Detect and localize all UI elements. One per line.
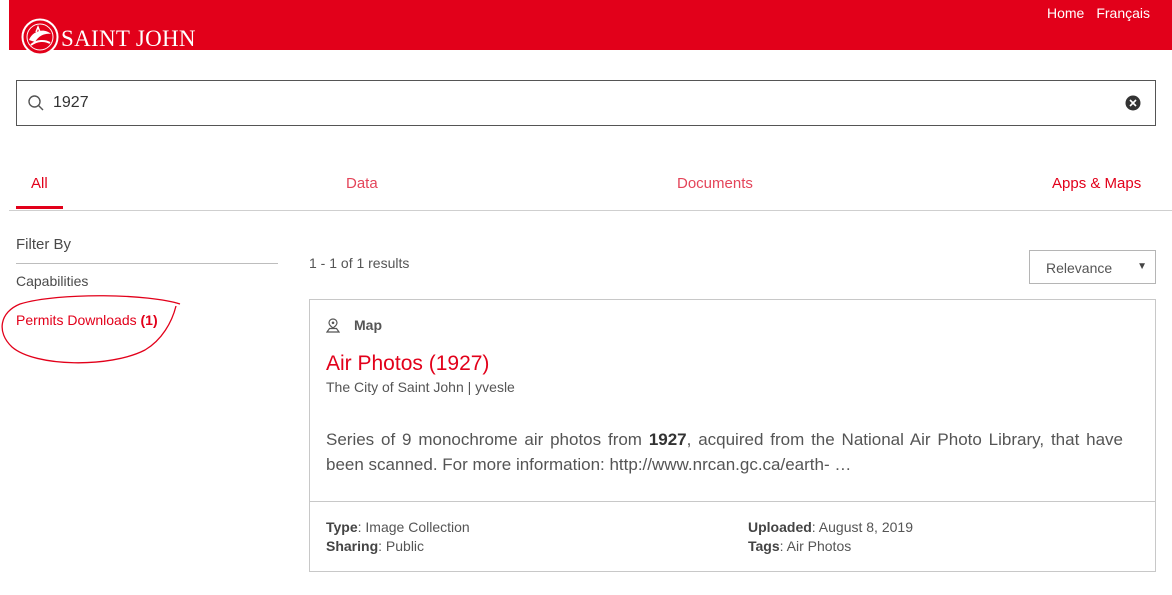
card-type: Map [326, 317, 382, 333]
filter-permits-downloads[interactable]: Permits Downloads (1) [16, 312, 158, 328]
filter-permits-count: (1) [140, 312, 158, 328]
search-input[interactable] [53, 81, 1113, 125]
meta-uploaded-key: Uploaded [748, 519, 812, 535]
meta-type-key: Type [326, 519, 358, 535]
filter-title: Filter By [16, 236, 72, 253]
meta-tags: Tags: Air Photos [748, 538, 851, 554]
saint-john-logo-icon [21, 18, 59, 56]
meta-type-value: : Image Collection [357, 519, 470, 535]
filter-permits-label: Permits Downloads [16, 312, 137, 328]
meta-sharing: Sharing: Public [326, 538, 424, 554]
nav-home-link[interactable]: Home [1047, 5, 1084, 21]
filter-capabilities-label: Capabilities [16, 273, 89, 289]
dropdown-arrow-icon: ▼ [1137, 261, 1147, 272]
map-pin-icon [326, 317, 340, 333]
search-box [16, 80, 1156, 126]
card-owner: The City of Saint John | yvesle [326, 379, 515, 395]
meta-sharing-key: Sharing [326, 538, 379, 554]
active-tab-indicator [16, 206, 63, 209]
sort-dropdown[interactable]: Relevance ▼ [1029, 250, 1156, 284]
desc-before: Series of 9 monochrome air photos from [326, 430, 649, 449]
tab-data[interactable]: Data [346, 175, 378, 192]
desc-highlight: 1927 [648, 430, 687, 449]
filter-divider [16, 263, 278, 264]
nav-francais-link[interactable]: Français [1096, 5, 1150, 21]
meta-type: Type: Image Collection [326, 519, 470, 535]
tab-all[interactable]: All [31, 175, 48, 192]
search-icon [28, 95, 44, 111]
hand-drawn-circle-annotation [1, 295, 181, 364]
meta-tags-value: : Air Photos [779, 538, 852, 554]
result-tabs: All Data Documents Apps & Maps [9, 160, 1172, 211]
tab-apps-maps[interactable]: Apps & Maps [1052, 175, 1141, 192]
site-logo[interactable]: SAINT JOHN [21, 18, 196, 56]
card-type-label: Map [354, 317, 382, 333]
result-card: Map Air Photos (1927) The City of Saint … [309, 299, 1156, 572]
meta-uploaded-value: : August 8, 2019 [811, 519, 913, 535]
meta-tags-key: Tags [748, 538, 780, 554]
results-count: 1 - 1 of 1 results [309, 255, 410, 271]
sort-selected-value: Relevance [1046, 260, 1113, 276]
card-description: Series of 9 monochrome air photos from 1… [326, 427, 1123, 479]
meta-uploaded: Uploaded: August 8, 2019 [748, 519, 913, 535]
meta-sharing-value: : Public [378, 538, 425, 554]
card-title-link[interactable]: Air Photos (1927) [326, 352, 489, 376]
top-nav: Home Français [1047, 5, 1150, 21]
logo-text: SAINT JOHN [61, 26, 196, 51]
tab-documents[interactable]: Documents [677, 175, 753, 192]
card-divider [310, 501, 1155, 502]
site-header: SAINT JOHN Home Français [9, 0, 1172, 56]
clear-icon[interactable] [1125, 95, 1141, 111]
